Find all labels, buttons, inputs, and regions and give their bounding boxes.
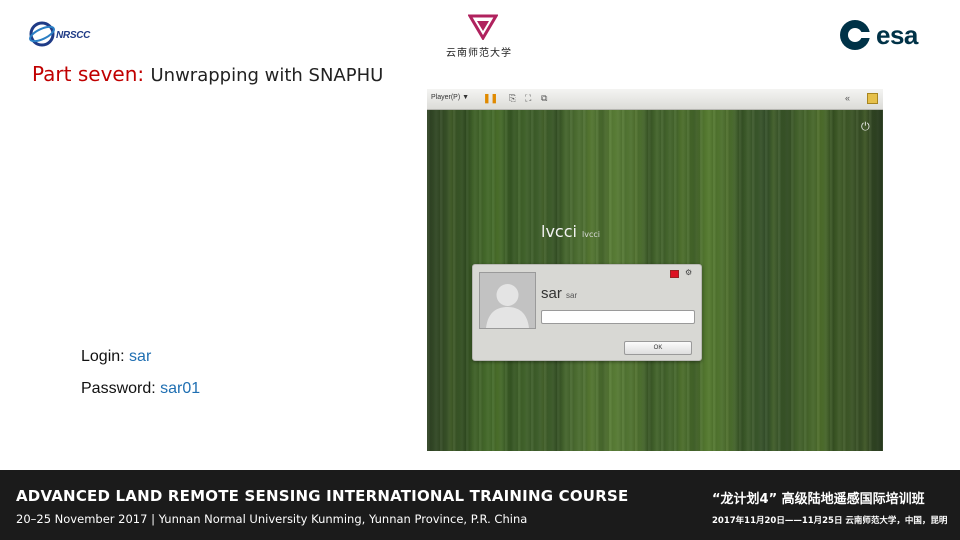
hostname: lvcci lvcci — [541, 222, 600, 241]
hostname-text: lvcci — [541, 222, 577, 241]
password-input[interactable] — [541, 310, 695, 324]
keyboard-layout-icon[interactable] — [670, 270, 679, 278]
unity-icon[interactable]: ⧉ — [541, 94, 547, 103]
username-text: sar — [541, 285, 562, 302]
footer-course-details: 20–25 November 2017 | Yunnan Normal Univ… — [16, 512, 528, 526]
login-credential: Login: sar — [81, 348, 151, 366]
collapse-toolbar-icon[interactable]: « — [845, 94, 850, 103]
vm-login-screenshot: Player(P) ▼ ❚❚ ⎘ ⛶ ⧉ « ⏻ lvcci lvcci ⚙ s… — [427, 89, 883, 451]
esa-logo-text: esa — [876, 20, 918, 50]
footer-cn-details: 2017年11月20日——11月25日 云南师范大学，中国，昆明 — [712, 516, 948, 526]
login-label: Login: — [81, 348, 125, 365]
password-label: Password: — [81, 380, 156, 397]
esa-logo: esa — [838, 18, 938, 52]
username-small-text: sar — [566, 291, 578, 300]
login-value: sar — [129, 348, 152, 365]
pause-icon[interactable]: ❚❚ — [483, 94, 498, 103]
login-dialog: ⚙ sar sar OK — [472, 264, 702, 361]
folder-icon[interactable] — [867, 93, 878, 104]
triangle-emblem-icon — [468, 14, 498, 40]
password-value: sar01 — [160, 380, 201, 397]
avatar — [479, 272, 536, 329]
power-icon[interactable]: ⏻ — [861, 121, 870, 134]
fullscreen-icon[interactable]: ⛶ — [525, 94, 531, 103]
footer-cn-title: “龙计划4” 高级陆地遥感国际培训班 — [712, 492, 925, 507]
settings-gear-icon[interactable]: ⚙ — [685, 268, 692, 277]
username-label: sar sar — [541, 285, 577, 302]
hostname-small-text: lvcci — [582, 230, 601, 239]
vm-player-toolbar: Player(P) ▼ ❚❚ ⎘ ⛶ ⧉ « — [427, 89, 883, 110]
footer-course-title: ADVANCED LAND REMOTE SENSING INTERNATION… — [16, 487, 629, 505]
footer-banner: ADVANCED LAND REMOTE SENSING INTERNATION… — [0, 470, 960, 540]
password-credential: Password: sar01 — [81, 380, 200, 398]
nrscc-logo-text: NRSCC — [56, 30, 91, 41]
title-part-label: Part seven: — [32, 62, 145, 86]
ynu-logo: 云南师范大学 — [440, 14, 530, 59]
user-silhouette-icon — [480, 273, 535, 328]
ynu-logo-text: 云南师范大学 — [446, 48, 512, 59]
nrscc-logo: NRSCC — [28, 18, 100, 50]
title-text: Unwrapping with SNAPHU — [150, 65, 384, 86]
globe-icon — [29, 21, 55, 47]
ok-button[interactable]: OK — [624, 341, 692, 355]
slide-title: Part seven: Unwrapping with SNAPHU — [32, 62, 383, 86]
send-keys-icon[interactable]: ⎘ — [509, 94, 516, 103]
player-menu[interactable]: Player(P) ▼ — [431, 94, 469, 101]
esa-mark-icon — [840, 20, 871, 50]
